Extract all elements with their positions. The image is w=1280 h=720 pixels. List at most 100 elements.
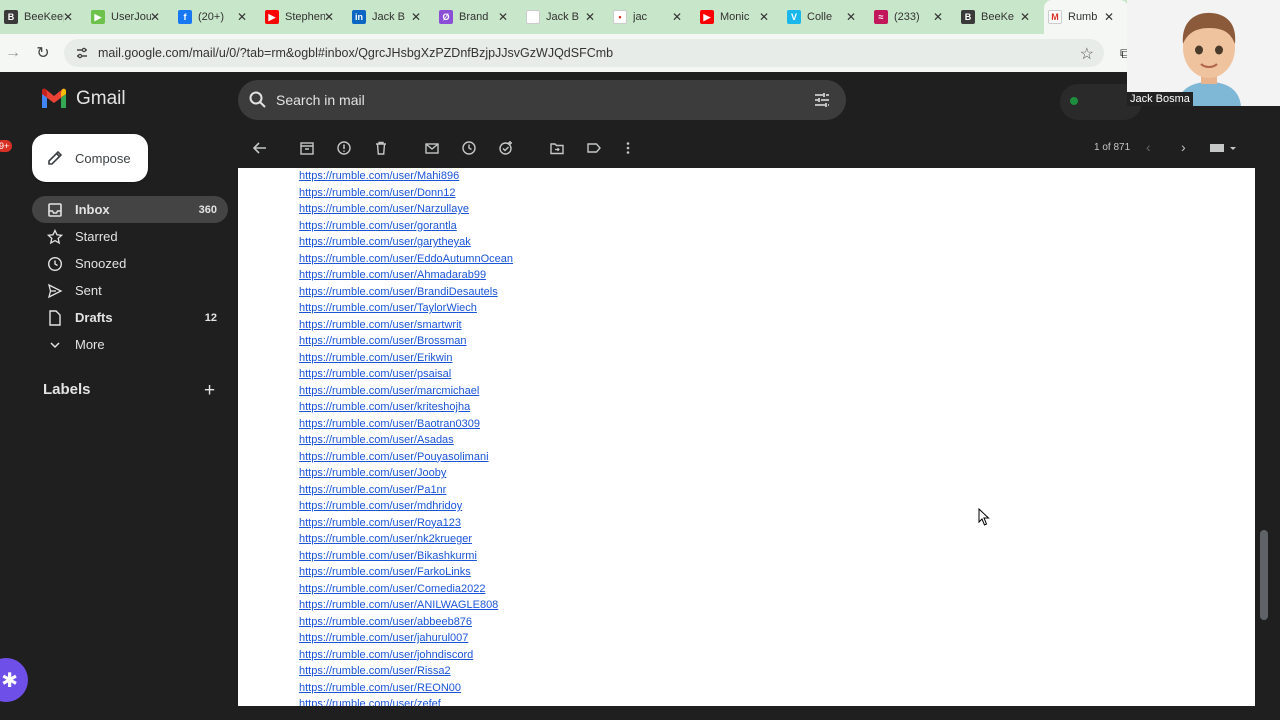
rumble-user-link[interactable]: https://rumble.com/user/REON00 [299, 680, 513, 697]
bookmark-star-icon[interactable]: ☆ [1080, 44, 1094, 64]
rumble-user-link[interactable]: https://rumble.com/user/Pouyasolimani [299, 449, 513, 466]
tab-close-icon[interactable]: ✕ [585, 10, 595, 24]
scrollbar-thumb[interactable] [1260, 530, 1268, 620]
tab-close-icon[interactable]: ✕ [846, 10, 856, 24]
tab-close-icon[interactable]: ✕ [933, 10, 943, 24]
search-options-icon[interactable] [812, 90, 832, 110]
avatar [1127, 0, 1280, 106]
rumble-user-link[interactable]: https://rumble.com/user/Comedia2022 [299, 581, 513, 598]
browser-tab[interactable]: • jac ✕ [609, 0, 696, 34]
tab-close-icon[interactable]: ✕ [63, 10, 73, 24]
rumble-user-link[interactable]: https://rumble.com/user/Bikashkurmi [299, 548, 513, 565]
rumble-user-link[interactable]: https://rumble.com/user/Asadas [299, 432, 513, 449]
tab-close-icon[interactable]: ✕ [324, 10, 334, 24]
browser-tab[interactable]: ▶ Monic ✕ [696, 0, 783, 34]
nav-item-inbox[interactable]: Inbox 360 [32, 196, 228, 223]
tab-close-icon[interactable]: ✕ [411, 10, 421, 24]
tab-favicon-icon: Ø [439, 10, 453, 24]
search-input[interactable] [276, 92, 756, 108]
mouse-cursor-icon [978, 508, 990, 526]
browser-tab[interactable]: V Colle ✕ [783, 0, 870, 34]
rumble-user-link[interactable]: https://rumble.com/user/abbeeb876 [299, 614, 513, 631]
tab-close-icon[interactable]: ✕ [759, 10, 769, 24]
chevron-right-icon[interactable]: › [1181, 139, 1186, 155]
archive-icon[interactable] [299, 140, 315, 156]
add-task-icon[interactable] [498, 140, 514, 156]
browser-tab[interactable]: in Jack B ✕ [348, 0, 435, 34]
browser-tab[interactable]: f (20+) ✕ [174, 0, 261, 34]
more-vert-icon[interactable] [620, 140, 636, 156]
tab-close-icon[interactable]: ✕ [1020, 10, 1030, 24]
tab-close-icon[interactable]: ✕ [672, 10, 682, 24]
tab-close-icon[interactable]: ✕ [237, 10, 247, 24]
rumble-user-link[interactable]: https://rumble.com/user/jahurul007 [299, 630, 513, 647]
rumble-user-link[interactable]: https://rumble.com/user/Jooby [299, 465, 513, 482]
delete-icon[interactable] [373, 140, 389, 156]
reload-icon[interactable]: ↻ [30, 43, 56, 63]
search-bar[interactable] [238, 80, 846, 120]
browser-tab[interactable]: ▶ Stephen ✕ [261, 0, 348, 34]
report-spam-icon[interactable] [336, 140, 352, 156]
rumble-user-link[interactable]: https://rumble.com/user/TaylorWiech [299, 300, 513, 317]
browser-toolbar: → ↻ mail.google.com/mail/u/0/?tab=rm&ogb… [0, 34, 1128, 72]
nav-item-starred[interactable]: Starred [32, 223, 228, 250]
nav-item-sent[interactable]: Sent [32, 277, 228, 304]
rumble-user-link[interactable]: https://rumble.com/user/mdhridoy [299, 498, 513, 515]
rumble-user-link[interactable]: https://rumble.com/user/Brossman [299, 333, 513, 350]
rumble-user-link[interactable]: https://rumble.com/user/johndiscord [299, 647, 513, 664]
rumble-user-link[interactable]: https://rumble.com/user/Ahmadarab99 [299, 267, 513, 284]
rumble-user-link[interactable]: https://rumble.com/user/FarkoLinks [299, 564, 513, 581]
back-arrow-icon[interactable] [252, 140, 268, 156]
scrollbar-track[interactable] [1258, 168, 1270, 706]
tab-favicon-icon: ▶ [91, 10, 105, 24]
search-icon[interactable] [248, 90, 268, 110]
rumble-user-link[interactable]: https://rumble.com/user/Donn12 [299, 185, 513, 202]
tab-title: (233) [894, 11, 920, 23]
rumble-user-link[interactable]: https://rumble.com/user/Baotran0309 [299, 416, 513, 433]
rumble-user-link[interactable]: https://rumble.com/user/kriteshojha [299, 399, 513, 416]
browser-tab[interactable]: Ø Brand ✕ [435, 0, 522, 34]
tab-close-icon[interactable]: ✕ [498, 10, 508, 24]
keyboard-icon[interactable] [1210, 142, 1238, 154]
nav-item-drafts[interactable]: Drafts 12 [32, 304, 228, 331]
rumble-user-link[interactable]: https://rumble.com/user/Pa1nr [299, 482, 513, 499]
nav-item-snoozed[interactable]: Snoozed [32, 250, 228, 277]
rumble-user-link[interactable]: https://rumble.com/user/psaisal [299, 366, 513, 383]
snooze-clock-icon[interactable] [461, 140, 477, 156]
create-label-icon[interactable]: + [204, 380, 215, 402]
tab-favicon-icon: B [961, 10, 975, 24]
rumble-user-link[interactable]: https://rumble.com/user/garytheyak [299, 234, 513, 251]
rumble-user-link[interactable]: https://rumble.com/user/Mahi896 [299, 168, 513, 185]
browser-tab[interactable]: ▶ UserJourney✕ [87, 0, 174, 34]
rumble-user-link[interactable]: https://rumble.com/user/Erikwin [299, 350, 513, 367]
rumble-user-link[interactable]: https://rumble.com/user/zefef [299, 696, 513, 706]
gmail-logo[interactable]: Gmail [40, 88, 126, 110]
mark-unread-icon[interactable] [424, 140, 440, 156]
rumble-user-link[interactable]: https://rumble.com/user/gorantla [299, 218, 513, 235]
rumble-user-link[interactable]: https://rumble.com/user/Roya123 [299, 515, 513, 532]
site-info-icon[interactable] [74, 45, 90, 61]
browser-tab[interactable]: M Rumb ✕ [1044, 0, 1128, 34]
forward-icon[interactable]: → [0, 44, 26, 62]
nav-item-more[interactable]: More [32, 331, 228, 358]
browser-tab[interactable]: B BeeKe ✕ [957, 0, 1044, 34]
rumble-user-link[interactable]: https://rumble.com/user/BrandiDesautels [299, 284, 513, 301]
rumble-user-link[interactable]: https://rumble.com/user/Narzullaye [299, 201, 513, 218]
move-to-icon[interactable] [549, 140, 565, 156]
rumble-user-link[interactable]: https://rumble.com/user/Rissa2 [299, 663, 513, 680]
rumble-user-link[interactable]: https://rumble.com/user/smartwrit [299, 317, 513, 334]
compose-button[interactable]: Compose [32, 134, 148, 182]
rumble-user-link[interactable]: https://rumble.com/user/nk2krueger [299, 531, 513, 548]
address-bar[interactable]: mail.google.com/mail/u/0/?tab=rm&ogbl#in… [64, 39, 1104, 67]
chevron-left-icon[interactable]: ‹ [1146, 139, 1151, 155]
tab-close-icon[interactable]: ✕ [1104, 10, 1114, 24]
rumble-user-link[interactable]: https://rumble.com/user/marcmichael [299, 383, 513, 400]
rumble-user-link[interactable]: https://rumble.com/user/ANILWAGLE808 [299, 597, 513, 614]
label-icon[interactable] [586, 140, 602, 156]
browser-tab[interactable]: Jack B ✕ [522, 0, 609, 34]
browser-tab[interactable]: ≈ (233) ✕ [870, 0, 957, 34]
tab-close-icon[interactable]: ✕ [150, 10, 160, 24]
rumble-user-link[interactable]: https://rumble.com/user/EddoAutumnOcean [299, 251, 513, 268]
extension-fab[interactable]: ✱ [0, 658, 28, 702]
browser-tab[interactable]: B BeeKeeper✕ [0, 0, 87, 34]
